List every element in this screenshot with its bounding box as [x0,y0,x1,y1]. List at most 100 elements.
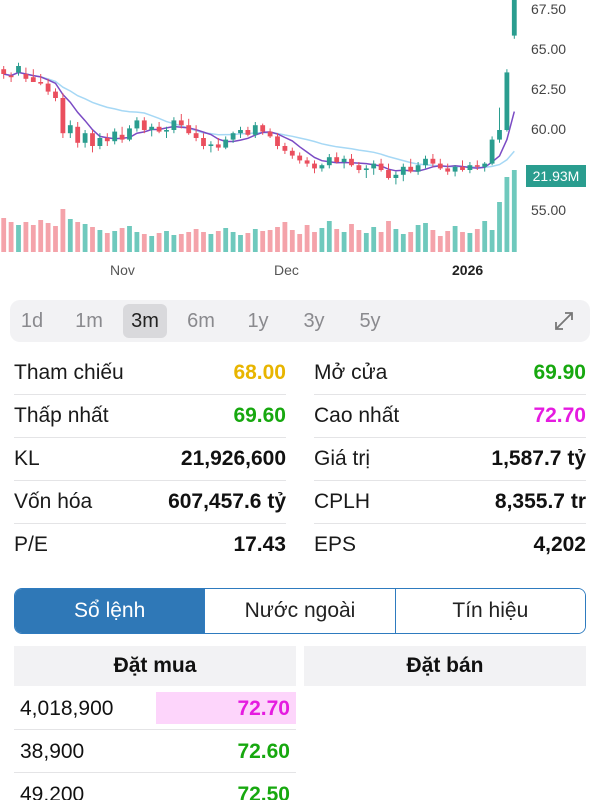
period-3y[interactable]: 3y [292,304,336,338]
volume-bar [282,222,288,252]
volume-bar [349,224,354,252]
candle-body [104,138,110,142]
period-6m[interactable]: 6m [179,304,223,338]
candle-body [378,163,384,170]
buy-row[interactable]: 49,200 72.50 [14,774,296,800]
volume-bar [319,228,325,252]
candle-body [363,168,369,170]
candle-body [423,158,428,166]
candle-body [230,133,236,140]
buy-price: 72.60 [237,740,290,763]
volume-bar [304,225,310,252]
volume-bar [460,232,465,252]
period-1y[interactable]: 1y [236,304,280,338]
stat-value: 8,355.7 tr [494,490,586,513]
candle-body [23,74,29,79]
stat-value: 21,926,600 [180,447,286,470]
y-tick-67-50: 67.50 [531,1,567,17]
candle-body [60,98,66,134]
candle-body [326,157,332,166]
volume-bar [245,233,251,252]
tab-signals[interactable]: Tín hiệu [394,589,585,633]
volume-bar [356,230,362,252]
stat-pe: P/E 17.43 [14,524,286,567]
candle-body [45,83,51,92]
volume-bar [201,232,206,252]
candle-body [134,120,140,129]
buy-row[interactable]: 38,900 72.60 [14,731,296,773]
period-1m[interactable]: 1m [67,304,111,338]
candle-body [334,157,340,162]
stat-value: 72.70 [533,404,586,427]
stat-eps: EPS 4,202 [314,524,586,567]
candle-body [386,170,391,178]
y-tick-62-50: 62.50 [531,81,567,97]
volume-bar [208,234,214,252]
volume-bar [127,226,132,252]
expand-icon[interactable] [552,309,576,333]
stat-value: 4,202 [533,533,586,556]
buy-row[interactable]: 4,018,900 72.70 [14,688,296,730]
candle-body [489,139,495,164]
volume-bar [141,234,147,252]
volume-bar [378,232,384,252]
volume-bar [437,236,443,252]
stat-value: 69.60 [233,404,286,427]
candlestick-chart[interactable] [0,0,600,285]
candle-body [208,144,214,146]
volume-badge: 21.93M [526,165,586,187]
volume-bar [164,231,169,252]
volume-bar [504,177,510,252]
candle-body [267,131,273,137]
y-tick-60-00: 60.00 [531,121,567,137]
candle-body [149,126,155,130]
volume-bar [38,220,44,252]
period-1d[interactable]: 1d [10,304,54,338]
tab-order-book[interactable]: Sổ lệnh [15,589,205,633]
period-selector: 1d 1m 3m 6m 1y 3y 5y [10,300,590,342]
tab-foreign[interactable]: Nước ngoài [204,589,395,633]
stat-label: CPLH [314,490,371,513]
price-chart[interactable]: Nov Dec 2026 67.50 65.00 62.50 60.00 55.… [0,0,600,285]
volume-bar [238,235,243,252]
stat-low: Thấp nhất 69.60 [14,395,286,438]
candle-body [30,77,36,82]
candle-body [497,130,502,140]
stat-label: Thấp nhất [14,404,109,427]
volume-bar [326,221,332,252]
candle-body [430,158,436,164]
candle-body [8,75,14,78]
candle-body [67,125,73,134]
candle-body [452,166,458,172]
candle-body [53,91,58,98]
volume-bar [178,234,184,252]
stat-market-cap: Vốn hóa 607,457.6 tỷ [14,481,286,524]
candle-body [341,158,347,162]
buy-volume: 4,018,900 [20,697,114,720]
candle-body [141,120,147,130]
period-5y[interactable]: 5y [348,304,392,338]
candle-body [371,163,377,169]
candle-body [415,165,421,172]
period-3m[interactable]: 3m [123,304,167,338]
volume-bar [511,170,517,252]
stat-label: P/E [14,533,48,556]
candle-body [156,126,162,132]
candle-body [445,168,451,172]
volume-bar [334,229,340,252]
ma-fast-line [3,71,516,172]
volume-bar [497,202,502,252]
volume-bar [341,232,347,252]
candle-body [437,163,443,169]
volume-bar [297,234,303,252]
candle-body [97,138,103,146]
candle-body [319,165,325,169]
candle-body [349,158,354,166]
candle-body [467,165,473,170]
volume-bar [82,224,88,252]
volume-bar [482,221,488,252]
candle-body [171,120,177,130]
volume-bar [75,222,81,252]
stat-label: Vốn hóa [14,490,93,513]
buy-price: 72.50 [237,783,290,800]
